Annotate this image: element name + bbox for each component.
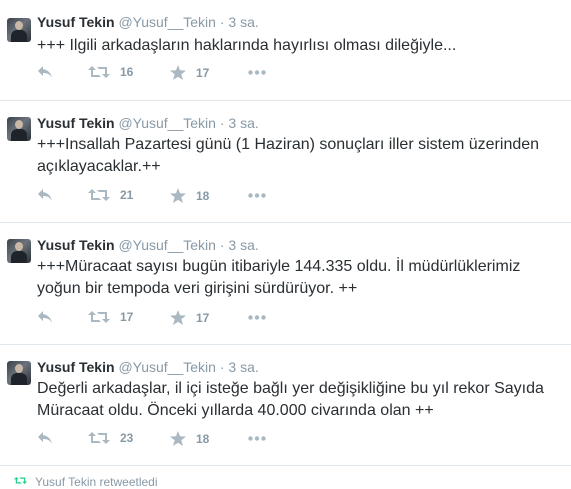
- reply-button[interactable]: [37, 431, 53, 445]
- reply-button[interactable]: [37, 188, 53, 202]
- retweet-count: 16: [120, 65, 134, 79]
- favorite-button[interactable]: 17: [170, 65, 209, 80]
- retweet-context-label[interactable]: Yusuf Tekin retweetledi: [35, 475, 158, 489]
- tweet-text: Değerli arkadaşlar, il içi isteğe bağlı …: [37, 380, 544, 419]
- tweet-time[interactable]: 3 sa.: [228, 14, 258, 30]
- star-icon: [170, 310, 186, 325]
- tweet-text: +++Müracaat sayısı bugün itibariyle 144.…: [37, 258, 521, 297]
- favorite-button[interactable]: 18: [170, 431, 209, 446]
- tweet-actions: 21 18: [37, 188, 337, 208]
- tweet-username[interactable]: @Yusuf__Tekin: [118, 237, 216, 253]
- reply-button[interactable]: [37, 65, 53, 79]
- retweet-count: 23: [120, 431, 134, 445]
- tweet-time[interactable]: 3 sa.: [228, 359, 258, 375]
- retweet-button[interactable]: 23: [88, 431, 133, 445]
- favorite-count: 18: [196, 188, 210, 203]
- favorite-count: 17: [196, 65, 210, 80]
- more-icon: [248, 315, 266, 320]
- more-icon: [248, 70, 266, 75]
- tweet-fullname[interactable]: Yusuf Tekin: [37, 14, 115, 30]
- tweet[interactable]: Yusuf Tekin @Yusuf__Tekin · 3 sa. +++Ins…: [0, 101, 571, 223]
- tweet-text: +++ Ilgili arkadaşların haklarında hayır…: [37, 37, 457, 54]
- reply-icon: [38, 189, 52, 201]
- next-tweet-context[interactable]: Yusuf Tekin retweetledi: [0, 466, 571, 489]
- tweet-header: Yusuf Tekin @Yusuf__Tekin · 3 sa.: [37, 236, 259, 254]
- reply-icon: [38, 432, 52, 444]
- retweet-button[interactable]: 17: [88, 310, 133, 324]
- retweet-icon: [88, 189, 110, 201]
- more-button[interactable]: [248, 70, 266, 75]
- tweet[interactable]: Yusuf Tekin @Yusuf__Tekin · 3 sa. Değerl…: [0, 345, 571, 466]
- retweet-count: 17: [120, 310, 134, 324]
- retweet-icon: [88, 66, 110, 78]
- more-button[interactable]: [248, 315, 266, 320]
- retweet-button[interactable]: 16: [88, 65, 133, 79]
- more-button[interactable]: [248, 436, 266, 441]
- more-icon: [248, 193, 266, 198]
- favorite-count: 17: [196, 310, 210, 325]
- avatar[interactable]: [7, 239, 31, 263]
- tweet-fullname[interactable]: Yusuf Tekin: [37, 237, 115, 253]
- retweet-icon: [88, 311, 110, 323]
- tweet-actions: 23 18: [37, 431, 337, 451]
- star-icon: [170, 65, 186, 80]
- star-icon: [170, 188, 186, 203]
- tweet-time[interactable]: 3 sa.: [228, 237, 258, 253]
- avatar[interactable]: [7, 18, 31, 42]
- tweet-username[interactable]: @Yusuf__Tekin: [118, 14, 216, 30]
- tweet-header: Yusuf Tekin @Yusuf__Tekin · 3 sa.: [37, 358, 259, 376]
- star-icon: [170, 431, 186, 446]
- tweet[interactable]: Yusuf Tekin @Yusuf__Tekin · 3 sa. +++Mür…: [0, 223, 571, 345]
- tweet-actions: 16 17: [37, 65, 337, 85]
- favorite-button[interactable]: 18: [170, 188, 209, 203]
- more-button[interactable]: [248, 193, 266, 198]
- separator-dot: ·: [219, 115, 225, 131]
- reply-button[interactable]: [37, 310, 53, 324]
- favorite-count: 18: [196, 431, 210, 446]
- favorite-button[interactable]: 17: [170, 310, 209, 325]
- tweet-fullname[interactable]: Yusuf Tekin: [37, 359, 115, 375]
- separator-dot: ·: [219, 14, 225, 30]
- separator-dot: ·: [219, 359, 225, 375]
- reply-icon: [38, 311, 52, 323]
- retweet-icon: [88, 432, 110, 444]
- avatar[interactable]: [7, 361, 31, 385]
- separator-dot: ·: [219, 237, 225, 253]
- tweet-text: +++Insallah Pazartesi günü (1 Haziran) s…: [37, 136, 540, 175]
- tweet-feed: Yusuf Tekin @Yusuf__Tekin · 3 sa. +++ Il…: [0, 0, 571, 466]
- tweet-time[interactable]: 3 sa.: [228, 115, 258, 131]
- reply-icon: [38, 66, 52, 78]
- tweet-fullname[interactable]: Yusuf Tekin: [37, 115, 115, 131]
- tweet-header: Yusuf Tekin @Yusuf__Tekin · 3 sa.: [37, 13, 259, 31]
- tweet-username[interactable]: @Yusuf__Tekin: [118, 115, 216, 131]
- avatar[interactable]: [7, 117, 31, 141]
- retweet-count: 21: [120, 188, 134, 202]
- tweet-actions: 17 17: [37, 310, 337, 330]
- tweet[interactable]: Yusuf Tekin @Yusuf__Tekin · 3 sa. +++ Il…: [0, 0, 571, 101]
- retweet-context-icon: [14, 476, 27, 485]
- tweet-header: Yusuf Tekin @Yusuf__Tekin · 3 sa.: [37, 114, 259, 132]
- more-icon: [248, 436, 266, 441]
- retweet-button[interactable]: 21: [88, 188, 133, 202]
- tweet-username[interactable]: @Yusuf__Tekin: [118, 359, 216, 375]
